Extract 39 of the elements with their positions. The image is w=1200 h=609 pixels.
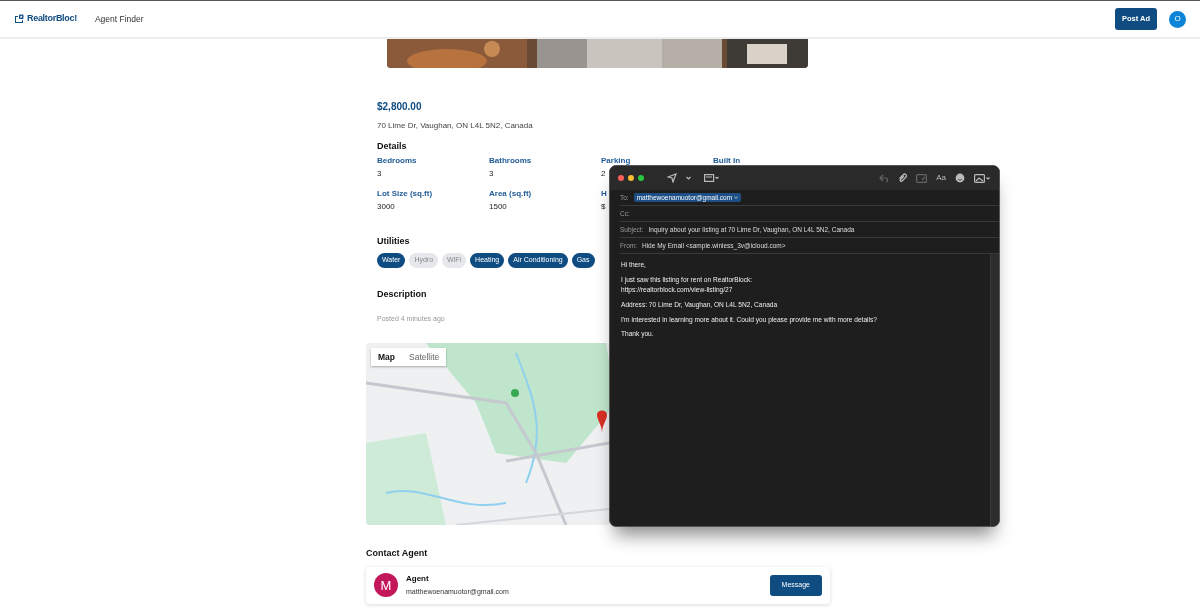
- detail-label: Lot Size (sq.ft): [377, 187, 433, 200]
- detail-label: Bathrooms: [489, 154, 532, 167]
- detail-label: Built In: [713, 154, 741, 167]
- emoji-icon[interactable]: [955, 173, 965, 183]
- detail-label: Area (sq.ft): [489, 187, 532, 200]
- section-heading: Details: [377, 140, 407, 153]
- minimize-button[interactable]: [628, 175, 634, 181]
- detail-value: $: [601, 200, 606, 213]
- paperclip-icon[interactable]: [898, 173, 908, 183]
- send-icon[interactable]: [667, 173, 677, 183]
- agent-name: Agent: [406, 573, 430, 585]
- agent-avatar: M: [374, 573, 398, 598]
- photo-icon[interactable]: [974, 173, 991, 183]
- detail-value: 1500: [489, 200, 507, 213]
- caret-icon[interactable]: [686, 176, 691, 180]
- address-text: 70 Lime Dr, Vaughan, ON L4L 5N2, Canada: [377, 120, 533, 132]
- close-button[interactable]: [618, 175, 624, 181]
- brand-link[interactable]: RealtorBloc!: [14, 12, 77, 26]
- detail-value: 3: [377, 167, 382, 180]
- detail-value: 3: [489, 167, 494, 180]
- scrollbar[interactable]: [990, 254, 999, 526]
- nav-link[interactable]: Agent Finder: [94, 12, 144, 26]
- logo-icon: [14, 14, 24, 24]
- detail-value: 2: [601, 167, 606, 180]
- caret-icon: [734, 196, 739, 200]
- section-heading: Contact Agent: [366, 546, 428, 560]
- section-heading: Utilities: [377, 234, 410, 248]
- font-button[interactable]: Aa: [936, 172, 946, 184]
- section-heading: Description: [377, 287, 427, 301]
- markup-icon[interactable]: [916, 173, 928, 183]
- maximize-button[interactable]: [638, 175, 644, 181]
- detail-label: Parking: [601, 154, 631, 167]
- detail-label: H: [601, 187, 607, 200]
- header-fields-icon[interactable]: [704, 174, 720, 182]
- detail-value: 3000: [377, 200, 395, 213]
- user-avatar[interactable]: O: [1169, 10, 1186, 28]
- price-text: $2,800.00: [377, 100, 422, 114]
- detail-label: Bedrooms: [377, 154, 417, 167]
- reply-icon[interactable]: [879, 173, 890, 183]
